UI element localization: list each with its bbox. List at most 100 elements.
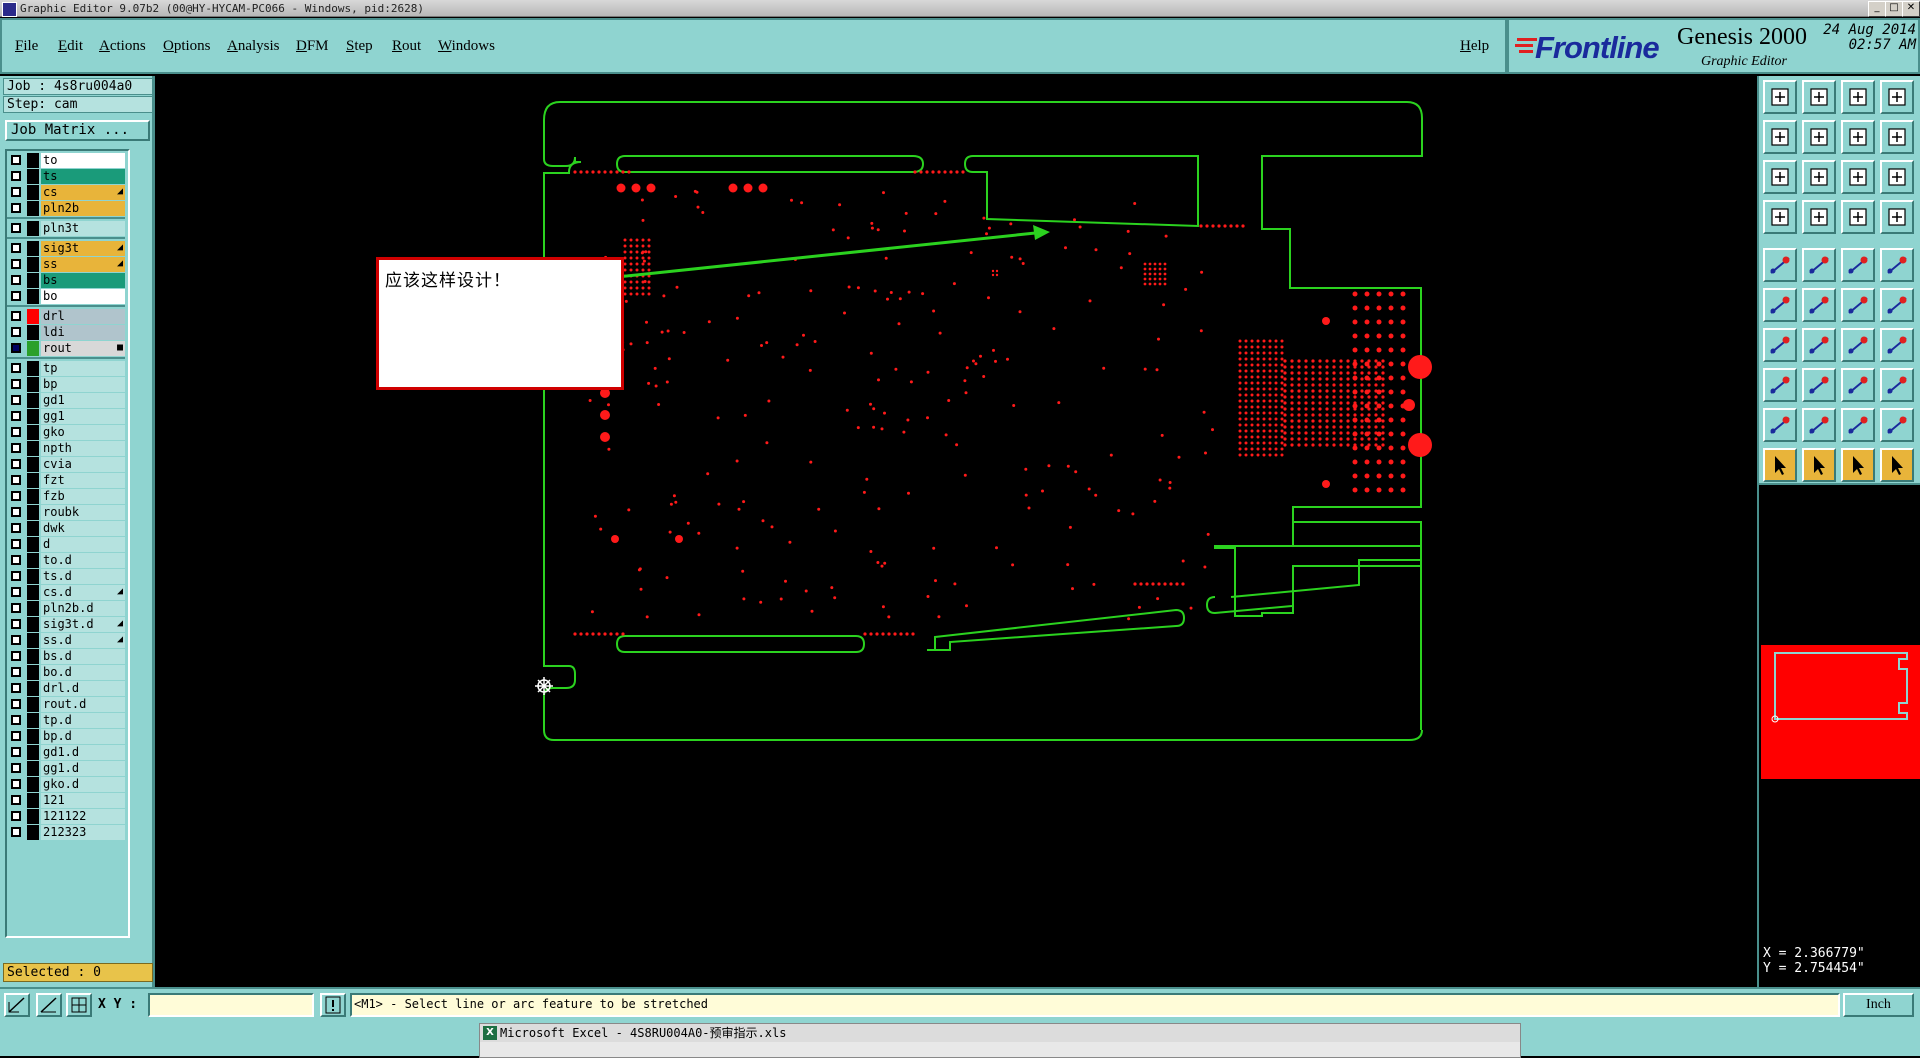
layer-color-swatch[interactable]: [27, 257, 39, 272]
angle-mode-button[interactable]: [36, 993, 62, 1017]
triangle-button[interactable]: [1802, 408, 1836, 442]
layer-checkbox[interactable]: [11, 731, 21, 741]
layer-row-fzb[interactable]: fzb: [7, 489, 125, 504]
layer-row-cs-d[interactable]: cs.d ◢: [7, 585, 125, 600]
zoom-prev-button[interactable]: [1763, 120, 1797, 154]
layer-name[interactable]: tp.d: [41, 713, 125, 728]
layer-name[interactable]: 121122: [41, 809, 125, 824]
layer-checkbox[interactable]: [11, 811, 21, 821]
layer-name[interactable]: bs: [41, 273, 125, 288]
layer-name[interactable]: gko: [41, 425, 125, 440]
layer-checkbox[interactable]: [11, 715, 21, 725]
xy-input[interactable]: [148, 993, 314, 1017]
layer-color-swatch[interactable]: [27, 697, 39, 712]
layer-color-swatch[interactable]: [27, 681, 39, 696]
layer-color-swatch[interactable]: [27, 585, 39, 600]
drc-button[interactable]: [1880, 200, 1914, 234]
layer-color-swatch[interactable]: [27, 633, 39, 648]
layer-checkbox[interactable]: [11, 343, 21, 353]
menu-edit[interactable]: Edit: [58, 38, 83, 55]
layer-row-gko-d[interactable]: gko.d: [7, 777, 125, 792]
layer-name[interactable]: 212323: [41, 825, 125, 840]
layer-color-swatch[interactable]: [27, 489, 39, 504]
layer-row-gko[interactable]: gko: [7, 425, 125, 440]
layer-color-swatch[interactable]: [27, 601, 39, 616]
layer-name[interactable]: ts.d: [41, 569, 125, 584]
layer-color-swatch[interactable]: [27, 457, 39, 472]
select-remove-button[interactable]: [1841, 448, 1875, 482]
dash-line-button[interactable]: [1802, 368, 1836, 402]
layer-name[interactable]: pln3t: [41, 221, 125, 236]
connect-button[interactable]: [1841, 288, 1875, 322]
angle-button[interactable]: [1763, 408, 1797, 442]
layer-name[interactable]: to.d: [41, 553, 125, 568]
layer-row-npth[interactable]: npth: [7, 441, 125, 456]
layer-name[interactable]: fzt: [41, 473, 125, 488]
surface-button[interactable]: [1880, 248, 1914, 282]
layer-name[interactable]: ts: [41, 169, 125, 184]
layer-name[interactable]: sig3t ◢: [41, 241, 125, 256]
layer-checkbox[interactable]: [11, 459, 21, 469]
layer-row-rout[interactable]: rout ■: [7, 341, 125, 356]
zoom-home-button[interactable]: [1763, 160, 1797, 194]
layer-name[interactable]: pln2b: [41, 201, 125, 216]
layer-name[interactable]: bo: [41, 289, 125, 304]
layer-name[interactable]: fzb: [41, 489, 125, 504]
layer-color-swatch[interactable]: [27, 537, 39, 552]
layer-row-gg1[interactable]: gg1: [7, 409, 125, 424]
layer-checkbox[interactable]: [11, 779, 21, 789]
layer-checkbox[interactable]: [11, 475, 21, 485]
layer-checkbox[interactable]: [11, 523, 21, 533]
center-line-button[interactable]: [1841, 368, 1875, 402]
layer-checkbox[interactable]: [11, 379, 21, 389]
layer-checkbox[interactable]: [11, 587, 21, 597]
layer-color-swatch[interactable]: [27, 377, 39, 392]
layer-row-drl[interactable]: drl: [7, 309, 125, 324]
layer-color-swatch[interactable]: [27, 569, 39, 584]
layer-name[interactable]: bp: [41, 377, 125, 392]
layer-color-swatch[interactable]: [27, 221, 39, 236]
alert-button[interactable]: [320, 993, 346, 1017]
layer-row-drl-d[interactable]: drl.d: [7, 681, 125, 696]
layer-color-swatch[interactable]: [27, 713, 39, 728]
layer-row-212323[interactable]: 212323: [7, 825, 125, 840]
menu-file[interactable]: File: [15, 38, 38, 55]
layer-color-swatch[interactable]: [27, 409, 39, 424]
minimize-button[interactable]: _: [1868, 1, 1886, 17]
layer-color-swatch[interactable]: [27, 341, 39, 356]
layer-name[interactable]: gd1.d: [41, 745, 125, 760]
layer-color-swatch[interactable]: [27, 729, 39, 744]
layer-checkbox[interactable]: [11, 667, 21, 677]
select-button[interactable]: [1763, 448, 1797, 482]
open-job-button[interactable]: [1763, 80, 1797, 114]
grid-mode-button[interactable]: [66, 993, 92, 1017]
redraw-button[interactable]: [1880, 120, 1914, 154]
job-matrix-button[interactable]: Job Matrix ...: [5, 120, 150, 141]
layer-color-swatch[interactable]: [27, 201, 39, 216]
layer-color-swatch[interactable]: [27, 169, 39, 184]
menu-help[interactable]: Help: [1460, 38, 1489, 55]
layer-color-swatch[interactable]: [27, 521, 39, 536]
layer-name[interactable]: ldi: [41, 325, 125, 340]
polygon-button[interactable]: [1841, 408, 1875, 442]
layer-row-bo-d[interactable]: bo.d: [7, 665, 125, 680]
layer-row-d[interactable]: d: [7, 537, 125, 552]
layer-row-121122[interactable]: 121122: [7, 809, 125, 824]
layer-color-swatch[interactable]: [27, 649, 39, 664]
layer-row-cs[interactable]: cs ◢: [7, 185, 125, 200]
layer-row-bs-d[interactable]: bs.d: [7, 649, 125, 664]
layer-row-ss[interactable]: ss ◢: [7, 257, 125, 272]
layer-row-fzt[interactable]: fzt: [7, 473, 125, 488]
layer-checkbox[interactable]: [11, 619, 21, 629]
menu-rout[interactable]: Rout: [392, 38, 421, 55]
layer-checkbox[interactable]: [11, 539, 21, 549]
select-net-button[interactable]: [1880, 448, 1914, 482]
layer-row-gd1[interactable]: gd1: [7, 393, 125, 408]
layer-checkbox[interactable]: [11, 363, 21, 373]
layer-checkbox[interactable]: [11, 555, 21, 565]
layer-name[interactable]: 121: [41, 793, 125, 808]
layer-checkbox[interactable]: [11, 427, 21, 437]
layer-row-dwk[interactable]: dwk: [7, 521, 125, 536]
layer-name[interactable]: gg1: [41, 409, 125, 424]
layer-name[interactable]: drl.d: [41, 681, 125, 696]
